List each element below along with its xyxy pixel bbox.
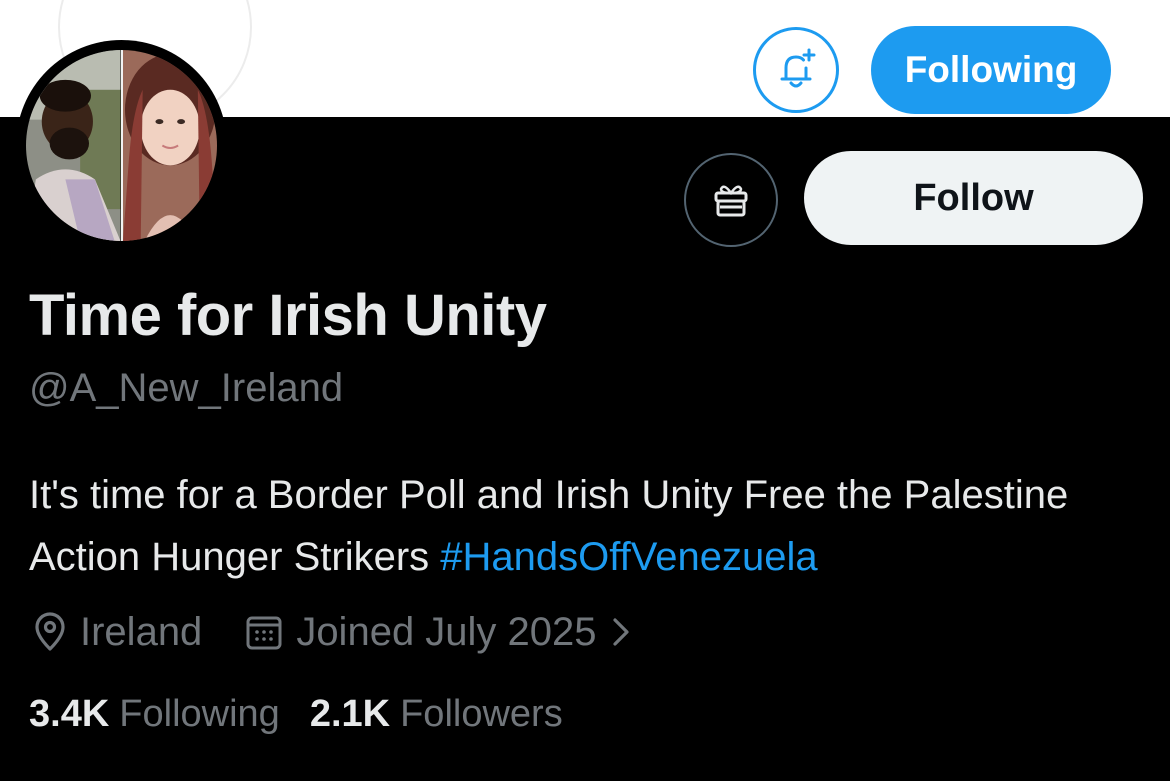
following-button[interactable]: Following [871,26,1111,114]
followers-count: 2.1K [309,693,391,735]
profile-bio: It's time for a Border Poll and Irish Un… [29,464,1149,588]
profile-display-name: Time for Irish Unity [29,283,547,348]
followers-label: Followers [400,693,563,735]
avatar-photo [26,50,217,241]
gift-button[interactable] [684,153,778,247]
following-count: 3.4K [29,693,110,735]
joined-text: Joined July 2025 [296,609,597,654]
bell-plus-icon [780,48,816,88]
avatar-left-photo [26,50,121,241]
calendar-icon [246,616,282,650]
avatar-right-photo [122,50,217,241]
following-label: Following [119,693,280,735]
notifications-bell-button[interactable] [753,27,839,113]
gift-icon [714,185,748,217]
profile-meta: Ireland Joined July 2025 [32,607,647,657]
location-item: Ireland [32,610,202,655]
profile-handle: @A_New_Ireland [29,366,344,410]
profile-stats: 3.4K Following 2.1K Followers [29,693,593,736]
chevron-right-icon [612,618,629,646]
location-pin-icon [35,612,65,651]
follow-button[interactable]: Follow [804,151,1143,245]
avatar[interactable] [16,40,227,251]
following-stat-link[interactable]: 3.4K Following [29,693,280,736]
followers-stat-link[interactable]: 2.1K Followers [310,693,563,736]
location-text: Ireland [80,609,203,654]
joined-item[interactable]: Joined July 2025 [244,610,646,655]
bio-hashtag-link[interactable]: #HandsOffVenezuela [440,535,817,579]
